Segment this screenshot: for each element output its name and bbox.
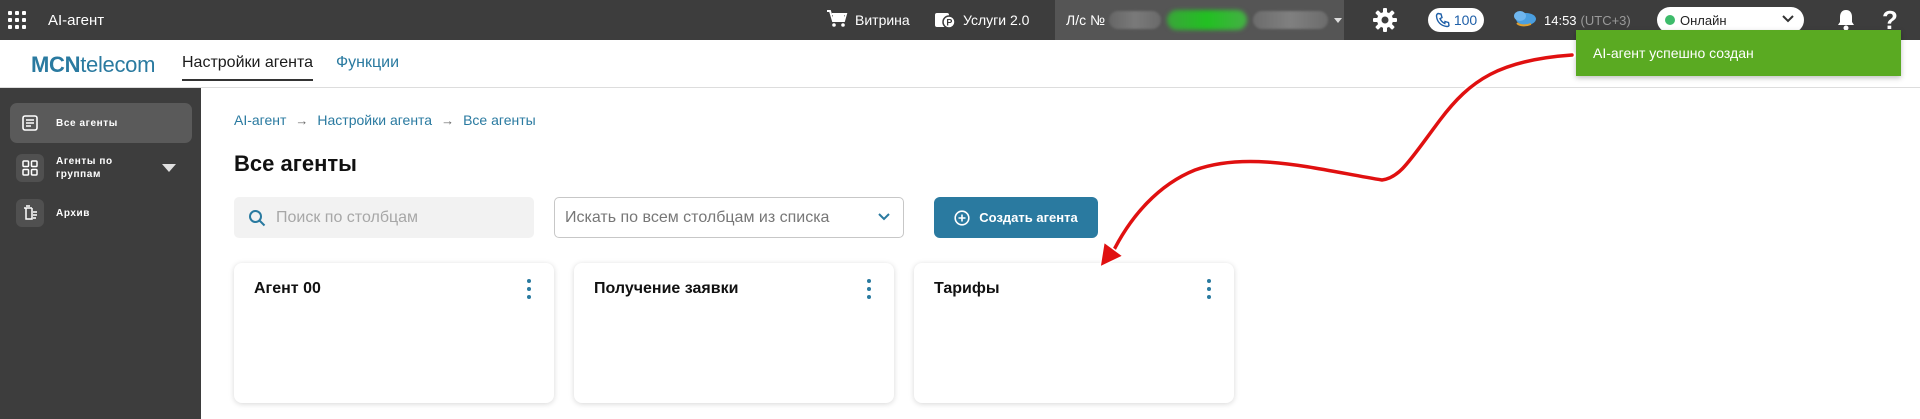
status-indicator xyxy=(1665,15,1675,25)
breadcrumb-item-ai-agent[interactable]: AI-агент xyxy=(234,112,286,128)
sidebar-item-all-agents[interactable]: Все агенты xyxy=(10,103,192,143)
uslugi-link[interactable]: Р Услуги 2.0 xyxy=(934,0,1029,40)
create-agent-button[interactable]: Создать агента xyxy=(934,197,1098,238)
agent-card[interactable]: Получение заявки xyxy=(574,263,894,403)
page-title: Все агенты xyxy=(234,151,357,176)
column-filter-value: Искать по всем столбцам из списка xyxy=(565,208,830,226)
weather-icon xyxy=(1512,9,1538,32)
more-vertical-icon[interactable] xyxy=(866,279,872,299)
account-name-redacted xyxy=(1253,11,1328,29)
phone-count: 100 xyxy=(1453,12,1478,28)
caret-down-icon[interactable] xyxy=(162,164,176,172)
more-vertical-icon[interactable] xyxy=(1206,279,1212,299)
uslugi-label: Услуги 2.0 xyxy=(963,12,1030,28)
agent-card[interactable]: Агент 00 xyxy=(234,263,554,403)
cart-icon xyxy=(826,9,848,32)
apps-grid-icon[interactable] xyxy=(8,0,30,40)
breadcrumb-item-agent-settings[interactable]: Настройки агента xyxy=(317,112,432,128)
sidebar-item-agents-by-groups[interactable]: Агенты по группам xyxy=(10,148,192,188)
account-redacted xyxy=(1109,11,1161,29)
phone-lines-badge[interactable]: 100 xyxy=(1428,8,1484,32)
chevron-down-icon xyxy=(878,213,890,221)
list-icon xyxy=(16,109,44,137)
gear-icon[interactable] xyxy=(1372,0,1398,40)
grid-icon xyxy=(16,154,44,182)
tab-agent-settings[interactable]: Настройки агента xyxy=(182,54,314,81)
breadcrumb-separator: → xyxy=(295,112,309,128)
more-vertical-icon[interactable] xyxy=(526,279,532,299)
sidebar-item-archive[interactable]: Архив xyxy=(10,193,192,233)
column-filter-select[interactable]: Искать по всем столбцам из списка xyxy=(554,197,904,238)
search-box xyxy=(234,197,534,238)
breadcrumb: AI-агент → Настройки агента → Все агенты xyxy=(234,112,536,128)
agent-card[interactable]: Тарифы xyxy=(914,263,1234,403)
chevron-down-icon xyxy=(1782,15,1794,23)
breadcrumb-item-all-agents[interactable]: Все агенты xyxy=(463,112,536,128)
account-caret-icon xyxy=(1334,17,1342,23)
timezone: (UTC+3) xyxy=(1580,12,1631,28)
breadcrumb-separator: → xyxy=(441,112,455,128)
svg-text:Р: Р xyxy=(946,17,952,27)
sidebar-item-label: Архив xyxy=(56,207,91,219)
brand-logo[interactable]: MCNtelecom xyxy=(31,52,155,78)
plus-circle-icon xyxy=(954,209,970,226)
create-agent-label: Создать агента xyxy=(979,210,1078,225)
status-value: Онлайн xyxy=(1680,12,1727,28)
vitrina-label: Витрина xyxy=(855,12,910,28)
vitrina-link[interactable]: Витрина xyxy=(826,0,910,40)
agent-card-title: Получение заявки xyxy=(594,280,739,297)
time-value: 14:53 xyxy=(1544,12,1577,28)
services-icon: Р xyxy=(934,9,956,32)
sidebar-item-label: Все агенты xyxy=(56,117,118,129)
sidebar: Все агенты Агенты по группам Архив xyxy=(0,88,201,419)
toast-message: AI-агент успешно создан xyxy=(1593,45,1754,61)
agent-card-title: Агент 00 xyxy=(254,280,321,297)
account-selector[interactable]: Л/с № xyxy=(1055,0,1344,40)
agent-card-title: Тарифы xyxy=(934,280,1000,297)
archive-icon xyxy=(16,199,44,227)
app-title: AI-агент xyxy=(48,11,105,29)
success-toast[interactable]: AI-агент успешно создан xyxy=(1576,30,1901,76)
account-prefix: Л/с № xyxy=(1066,12,1105,28)
search-icon xyxy=(249,209,266,226)
account-balance-redacted xyxy=(1167,10,1247,30)
sidebar-item-label: группам xyxy=(56,169,101,180)
search-input[interactable] xyxy=(276,208,526,227)
phone-icon xyxy=(1435,12,1450,28)
tab-functions[interactable]: Функции xyxy=(336,54,399,79)
sidebar-item-label: Агенты по xyxy=(56,156,113,167)
